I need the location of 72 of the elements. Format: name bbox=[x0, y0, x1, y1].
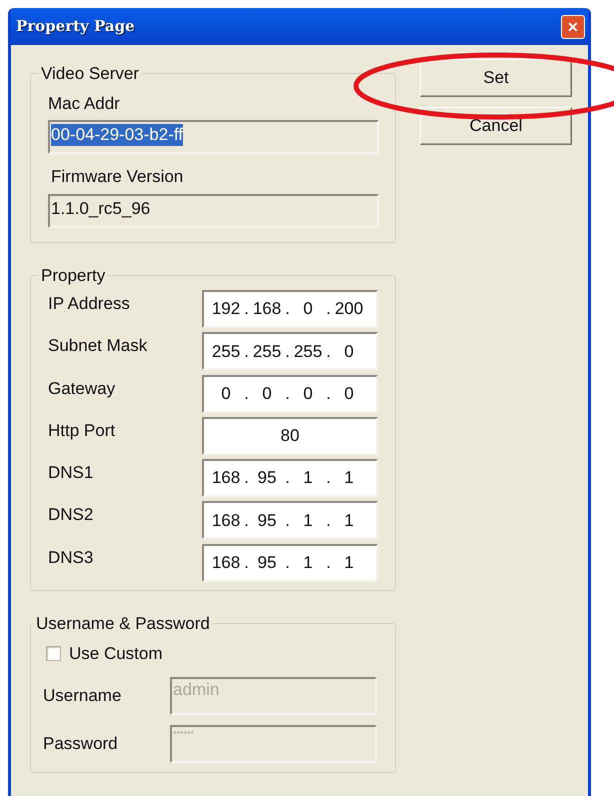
checkbox-label[interactable]: Use Custom bbox=[69, 640, 163, 666]
ip-separator: . bbox=[284, 298, 291, 320]
checkbox[interactable] bbox=[46, 646, 61, 661]
ip-octet: 168 bbox=[252, 298, 282, 320]
text-field[interactable]: 0 . 0 . 0 . 0 bbox=[202, 374, 378, 413]
ip-octet: 95 bbox=[256, 467, 278, 490]
ip-octet: 95 bbox=[256, 552, 278, 574]
ip-separator: . bbox=[325, 467, 332, 490]
text-field[interactable]: 168 . 95 . 1 . 1 bbox=[202, 544, 378, 582]
field-label: Firmware Version bbox=[51, 166, 184, 188]
text-field[interactable]: 192 . 168 . 0 . 200 bbox=[202, 290, 378, 328]
close-button[interactable]: ✕ bbox=[561, 14, 585, 38]
ip-octet: 192 bbox=[210, 298, 242, 320]
group-title: Video Server bbox=[40, 63, 140, 85]
group-title: Username & Password bbox=[35, 613, 211, 636]
field-label: IP Address bbox=[48, 293, 131, 315]
field-label: DNS1 bbox=[48, 462, 94, 484]
ip-octet: 1 bbox=[343, 467, 355, 490]
window-title: Property Page bbox=[16, 16, 135, 38]
ip-separator: . bbox=[243, 382, 250, 405]
ip-octet: 255 bbox=[210, 340, 242, 363]
ip-octet: 168 bbox=[210, 552, 242, 574]
ip-separator: . bbox=[325, 298, 332, 320]
field-label: DNS2 bbox=[48, 504, 94, 526]
text-field: admin bbox=[170, 677, 377, 716]
ip-separator: . bbox=[243, 298, 250, 320]
field-label: Mac Addr bbox=[48, 92, 121, 114]
ip-octet: 255 bbox=[292, 340, 324, 363]
ip-separator: . bbox=[325, 340, 332, 363]
ip-octet: 0 bbox=[220, 382, 232, 405]
ip-octet: 1 bbox=[302, 510, 314, 532]
text-field: ****** bbox=[170, 725, 377, 764]
ip-separator: . bbox=[284, 382, 291, 405]
ip-octet: 0 bbox=[302, 382, 314, 405]
ip-separator: . bbox=[243, 552, 250, 574]
ip-octet: 0 bbox=[261, 382, 273, 405]
text-field[interactable]: 168 . 95 . 1 . 1 bbox=[202, 501, 378, 540]
ip-separator: . bbox=[284, 552, 291, 574]
ip-octet: 1 bbox=[302, 467, 314, 490]
ip-separator: . bbox=[243, 340, 250, 363]
ip-separator: . bbox=[243, 467, 250, 490]
field-label: DNS3 bbox=[48, 546, 94, 569]
ip-octet: 200 bbox=[334, 298, 364, 320]
field-label: Password bbox=[43, 733, 119, 756]
ip-octet: 1 bbox=[343, 552, 355, 574]
field-label: Username bbox=[43, 685, 122, 708]
ip-separator: . bbox=[325, 552, 332, 574]
text-field[interactable]: 255 . 255 . 255 . 0 bbox=[202, 332, 378, 370]
ip-octet: 0 bbox=[343, 340, 355, 363]
group-title: Property bbox=[40, 264, 106, 286]
ip-separator: . bbox=[325, 382, 332, 405]
ip-separator: . bbox=[284, 467, 291, 490]
dialog-button[interactable]: Set bbox=[420, 59, 572, 97]
text-field[interactable]: 80 bbox=[202, 416, 378, 455]
field-label: Http Port bbox=[48, 420, 116, 442]
ip-separator: . bbox=[284, 510, 291, 532]
ip-separator: . bbox=[284, 340, 291, 363]
text-field[interactable]: 00-04-29-03-b2-ff bbox=[48, 120, 379, 154]
field-label: Subnet Mask bbox=[48, 335, 148, 358]
text-field[interactable]: 168 . 95 . 1 . 1 bbox=[202, 459, 378, 498]
ip-octet: 255 bbox=[252, 340, 282, 363]
ip-separator: . bbox=[325, 510, 332, 532]
ip-octet: 0 bbox=[302, 298, 314, 320]
field-label: Gateway bbox=[48, 378, 116, 400]
ip-octet: 95 bbox=[256, 510, 278, 532]
ip-octet: 1 bbox=[302, 552, 314, 574]
ip-separator: . bbox=[243, 510, 250, 532]
ip-octet: 1 bbox=[343, 510, 355, 532]
ip-octet: 0 bbox=[343, 382, 355, 405]
ip-octet: 168 bbox=[210, 510, 242, 532]
ip-octet: 168 bbox=[210, 467, 242, 490]
text-field[interactable]: 1.1.0_rc5_96 bbox=[48, 194, 379, 228]
